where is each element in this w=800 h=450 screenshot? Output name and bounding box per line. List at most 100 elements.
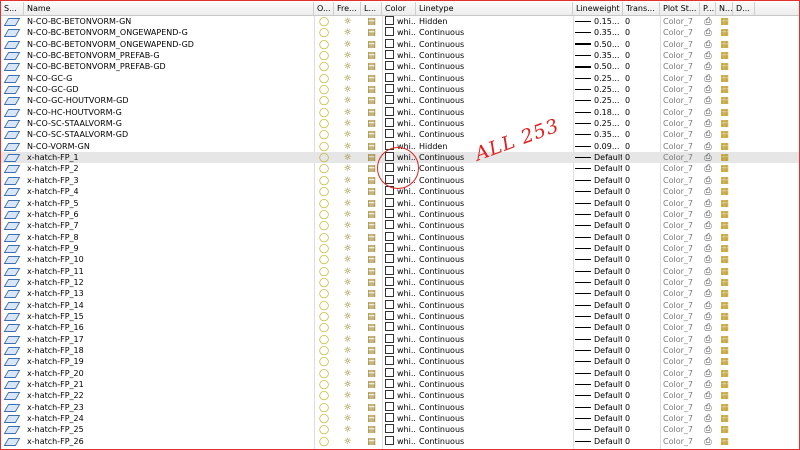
layer-color[interactable]: whi... <box>385 242 415 254</box>
padlock-icon[interactable]: ▤ <box>361 322 382 333</box>
layer-color[interactable]: whi... <box>385 333 415 345</box>
layer-plot-style[interactable]: Color_7 <box>663 84 699 95</box>
layer-sheet-icon[interactable] <box>1 402 24 413</box>
layer-linetype[interactable]: Continuous <box>419 356 571 367</box>
layer-linetype[interactable]: Continuous <box>419 311 571 322</box>
lightbulb-icon[interactable]: ◯ <box>314 413 334 424</box>
printer-icon[interactable]: ⎙ <box>700 311 716 322</box>
layer-sheet-icon[interactable] <box>1 16 24 27</box>
new-viewport-icon[interactable]: ▦ <box>716 198 733 209</box>
layer-sheet-icon[interactable] <box>1 61 24 72</box>
layer-row[interactable]: x-hatch-FP_5◯☼▤ whi... Continuous Default0C… <box>1 197 799 209</box>
layer-transparency[interactable]: 0 <box>625 436 659 447</box>
layer-plot-style[interactable]: Color_7 <box>663 345 699 356</box>
padlock-icon[interactable]: ▤ <box>361 73 382 84</box>
padlock-icon[interactable]: ▤ <box>361 277 382 288</box>
layer-color[interactable]: whi... <box>385 16 415 27</box>
padlock-icon[interactable]: ▤ <box>361 402 382 413</box>
header-plot-style[interactable]: Plot St... <box>660 2 700 15</box>
layer-plot-style[interactable]: Color_7 <box>663 39 699 50</box>
new-viewport-icon[interactable]: ▦ <box>716 141 733 152</box>
lightbulb-icon[interactable]: ◯ <box>314 300 334 311</box>
layer-lineweight[interactable]: Default <box>575 402 622 413</box>
padlock-icon[interactable]: ▤ <box>361 118 382 129</box>
layer-row[interactable]: x-hatch-FP_10◯☼▤ whi... Continuous Default0… <box>1 254 799 265</box>
layer-sheet-icon[interactable] <box>1 209 24 220</box>
layer-sheet-icon[interactable] <box>1 107 24 118</box>
layer-name[interactable]: x-hatch-FP_1 <box>27 152 312 163</box>
printer-icon[interactable]: ⎙ <box>700 186 716 197</box>
layer-color[interactable]: whi... <box>385 367 415 379</box>
printer-icon[interactable]: ⎙ <box>700 288 716 299</box>
layer-sheet-icon[interactable] <box>1 73 24 84</box>
layer-row[interactable]: x-hatch-FP_15◯☼▤ whi... Continuous Default0… <box>1 310 799 322</box>
layer-linetype[interactable]: Continuous <box>419 198 571 209</box>
new-viewport-icon[interactable]: ▦ <box>716 84 733 95</box>
new-viewport-icon[interactable]: ▦ <box>716 50 733 61</box>
padlock-icon[interactable]: ▤ <box>361 288 382 299</box>
layer-transparency[interactable]: 0 <box>625 73 659 84</box>
layer-transparency[interactable]: 0 <box>625 220 659 231</box>
layer-transparency[interactable]: 0 <box>625 186 659 197</box>
padlock-icon[interactable]: ▤ <box>361 198 382 209</box>
padlock-icon[interactable]: ▤ <box>361 311 382 322</box>
layer-name[interactable]: N-CO-BC-BETONVORM_ONGEWAPEND-G <box>27 27 312 38</box>
layer-sheet-icon[interactable] <box>1 186 24 197</box>
new-viewport-icon[interactable]: ▦ <box>716 95 733 106</box>
lightbulb-icon[interactable]: ◯ <box>314 379 334 390</box>
layer-lineweight[interactable]: 0.50... <box>575 61 622 72</box>
layer-name[interactable]: x-hatch-FP_25 <box>27 424 312 435</box>
layer-name[interactable]: N-CO-VORM-GN <box>27 141 312 152</box>
sun-icon[interactable]: ☼ <box>334 209 361 220</box>
layer-plot-style[interactable]: Color_7 <box>663 368 699 379</box>
layer-lineweight[interactable]: Default <box>575 209 622 220</box>
layer-name[interactable]: N-CO-HC-HOUTVORM-G <box>27 107 312 118</box>
new-viewport-icon[interactable]: ▦ <box>716 152 733 163</box>
padlock-icon[interactable]: ▤ <box>361 266 382 277</box>
lightbulb-icon[interactable]: ◯ <box>314 368 334 379</box>
layer-row[interactable]: N-CO-HC-HOUTVORM-G◯☼▤whi...Continuous0.1… <box>1 106 799 118</box>
layer-lineweight[interactable]: 0.35... <box>575 27 622 38</box>
new-viewport-icon[interactable]: ▦ <box>716 277 733 288</box>
layer-name[interactable]: x-hatch-FP_17 <box>27 334 312 345</box>
new-viewport-icon[interactable]: ▦ <box>716 345 733 356</box>
layer-sheet-icon[interactable] <box>1 345 24 356</box>
printer-icon[interactable]: ⎙ <box>700 334 716 345</box>
layer-plot-style[interactable]: Color_7 <box>663 152 699 163</box>
layer-plot-style[interactable]: Color_7 <box>663 27 699 38</box>
new-viewport-icon[interactable]: ▦ <box>716 175 733 186</box>
layer-color[interactable]: whi... <box>385 322 415 333</box>
layer-name[interactable]: N-CO-GC-G <box>27 73 312 84</box>
layer-name[interactable]: N-CO-BC-BETONVORM_PREFAB-GD <box>27 61 312 72</box>
layer-linetype[interactable]: Continuous <box>419 50 571 61</box>
header-color[interactable]: Color <box>382 2 416 15</box>
padlock-icon[interactable]: ▤ <box>361 16 382 27</box>
layer-sheet-icon[interactable] <box>1 379 24 390</box>
layer-transparency[interactable]: 0 <box>625 368 659 379</box>
layer-plot-style[interactable]: Color_7 <box>663 232 699 243</box>
layer-linetype[interactable]: Continuous <box>419 84 571 95</box>
printer-icon[interactable]: ⎙ <box>700 322 716 333</box>
layer-row[interactable]: x-hatch-FP_18◯☼▤ whi... Continuous Default0… <box>1 344 799 356</box>
layer-lineweight[interactable]: Default <box>575 311 622 322</box>
new-viewport-icon[interactable]: ▦ <box>716 288 733 299</box>
layer-sheet-icon[interactable] <box>1 277 24 288</box>
layer-name[interactable]: x-hatch-FP_5 <box>27 198 312 209</box>
layer-plot-style[interactable]: Color_7 <box>663 402 699 413</box>
layer-plot-style[interactable]: Color_7 <box>663 288 699 299</box>
layer-sheet-icon[interactable] <box>1 220 24 231</box>
padlock-icon[interactable]: ▤ <box>361 84 382 95</box>
layer-lineweight[interactable]: 0.35... <box>575 50 622 61</box>
layer-transparency[interactable]: 0 <box>625 27 659 38</box>
layer-sheet-icon[interactable] <box>1 266 24 277</box>
layer-transparency[interactable]: 0 <box>625 107 659 118</box>
layer-transparency[interactable]: 0 <box>625 424 659 435</box>
layer-sheet-icon[interactable] <box>1 118 24 129</box>
layer-transparency[interactable]: 0 <box>625 61 659 72</box>
header-transparency[interactable]: Trans... <box>623 2 660 15</box>
header-linetype[interactable]: Linetype <box>416 2 573 15</box>
layer-sheet-icon[interactable] <box>1 356 24 367</box>
layer-color[interactable]: whi... <box>385 254 415 265</box>
sun-icon[interactable]: ☼ <box>334 368 361 379</box>
layer-transparency[interactable]: 0 <box>625 266 659 277</box>
